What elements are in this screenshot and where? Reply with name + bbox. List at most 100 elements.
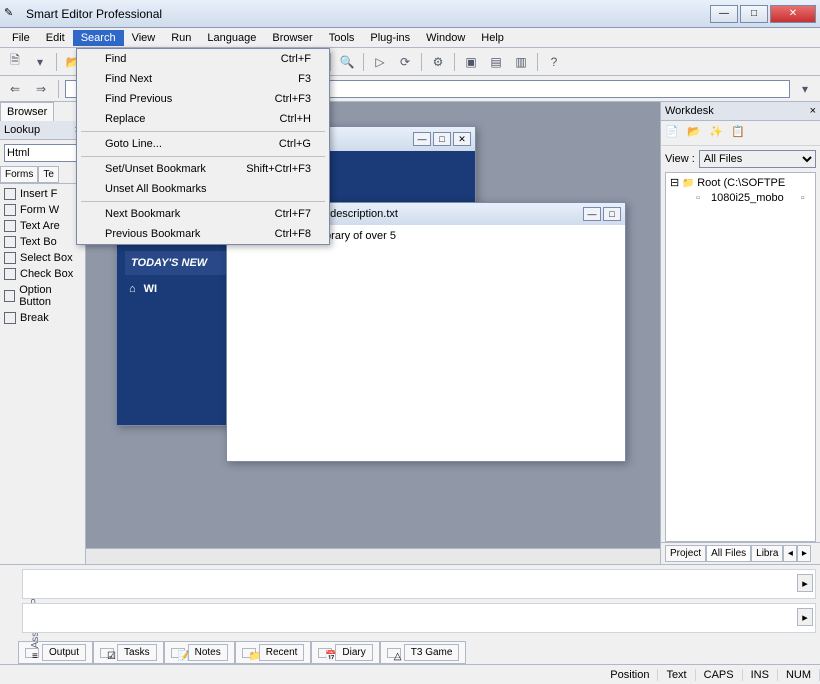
browser-minimize-button[interactable]: — xyxy=(413,132,431,146)
lookup-panel-title: Lookup × xyxy=(0,121,85,140)
menu-item-find-previous[interactable]: Find PreviousCtrl+F3 xyxy=(77,89,329,109)
menu-tools[interactable]: Tools xyxy=(321,30,363,46)
row1-next-icon[interactable]: ▸ xyxy=(797,574,813,592)
menu-item-find[interactable]: FindCtrl+F xyxy=(77,49,329,69)
bottom-tab-diary[interactable]: 📅Diary xyxy=(311,641,379,664)
menu-browser[interactable]: Browser xyxy=(264,30,320,46)
tree-file[interactable]: 1080i25_mobo xyxy=(682,191,784,205)
menu-item-unset-all-bookmarks[interactable]: Unset All Bookmarks xyxy=(77,179,329,199)
bottom-tab-t3-game[interactable]: △T3 Game xyxy=(380,641,467,664)
list-item[interactable]: Insert F xyxy=(2,186,83,202)
list-item[interactable]: Check Box xyxy=(2,266,83,282)
bottom-tabs: ≡Output☑Tasks📝Notes📁Recent📅Diary△T3 Game xyxy=(0,639,820,666)
all-files-tab[interactable]: All Files xyxy=(706,545,751,562)
status-position: Position xyxy=(602,669,658,681)
tree-file[interactable]: Audio.mff xyxy=(787,191,816,205)
view-label: View : xyxy=(665,153,695,165)
tabs-right-arrow-icon[interactable]: ▸ xyxy=(797,545,811,562)
nav-win[interactable]: WI xyxy=(144,283,157,295)
list-item[interactable]: Form W xyxy=(2,202,83,218)
menu-item-goto-line-[interactable]: Goto Line...Ctrl+G xyxy=(77,134,329,154)
browser-tab[interactable]: Browser xyxy=(0,102,54,121)
tree-root[interactable]: ⊟ Root (C:\SOFTPE xyxy=(668,175,813,190)
file-tree[interactable]: ⊟ Root (C:\SOFTPE 1080i25_moboAudio.mffE… xyxy=(665,172,816,542)
menu-plug-ins[interactable]: Plug-ins xyxy=(362,30,418,46)
menu-run[interactable]: Run xyxy=(163,30,199,46)
lookup-label: Lookup xyxy=(4,124,40,136)
menu-edit[interactable]: Edit xyxy=(38,30,73,46)
workdesk-icon-1[interactable]: 📄 xyxy=(665,125,681,141)
menu-item-find-next[interactable]: Find NextF3 xyxy=(77,69,329,89)
tabs-left-arrow-icon[interactable]: ◂ xyxy=(783,545,797,562)
browser-close-button[interactable]: ✕ xyxy=(453,132,471,146)
assistant-row-1[interactable]: ▸ xyxy=(22,569,816,599)
titlebar: ✎ Smart Editor Professional — □ ✕ xyxy=(0,0,820,28)
minimize-button[interactable]: — xyxy=(710,5,738,23)
menu-help[interactable]: Help xyxy=(473,30,512,46)
menu-file[interactable]: File xyxy=(4,30,38,46)
folder-icon xyxy=(682,177,694,189)
find-button[interactable]: 🔍 xyxy=(336,51,358,73)
menubar: FileEditSearchViewRunLanguageBrowserTool… xyxy=(0,28,820,48)
bottom-tab-tasks[interactable]: ☑Tasks xyxy=(93,641,164,664)
list-item[interactable]: Text Are xyxy=(2,218,83,234)
menu-view[interactable]: View xyxy=(124,30,164,46)
workdesk-panel: Workdesk × 📄 📂 ✨ 📋 View : All Files ⊟ Ro… xyxy=(660,102,820,564)
list-item[interactable]: Option Button xyxy=(2,282,83,310)
status-num: NUM xyxy=(778,669,820,681)
forward-button[interactable]: ⇒ xyxy=(30,78,52,100)
new-dropdown-icon[interactable]: ▾ xyxy=(29,51,51,73)
help-button[interactable]: ? xyxy=(543,51,565,73)
menu-item-set-unset-bookmark[interactable]: Set/Unset BookmarkShift+Ctrl+F3 xyxy=(77,159,329,179)
browser-maximize-button[interactable]: □ xyxy=(433,132,451,146)
left-panel: Browser Lookup × Forms Te Insert FForm W… xyxy=(0,102,86,564)
close-button[interactable]: ✕ xyxy=(770,5,816,23)
menu-window[interactable]: Window xyxy=(418,30,473,46)
app-title: Smart Editor Professional xyxy=(26,7,710,21)
lookup-subtabs: Forms Te xyxy=(0,166,85,184)
file-icon xyxy=(801,192,813,204)
forms-tab[interactable]: Forms xyxy=(0,166,38,183)
status-bar: Position Text CAPS INS NUM xyxy=(0,664,820,684)
layout3-button[interactable]: ▥ xyxy=(510,51,532,73)
list-item[interactable]: Select Box xyxy=(2,250,83,266)
refresh-button[interactable]: ⟳ xyxy=(394,51,416,73)
lookup-input[interactable] xyxy=(4,144,78,162)
project-tab[interactable]: Project xyxy=(665,545,706,562)
bottom-tab-notes[interactable]: 📝Notes xyxy=(164,641,235,664)
options-button[interactable]: ⚙ xyxy=(427,51,449,73)
library-tab[interactable]: Libra xyxy=(751,545,783,562)
menu-item-replace[interactable]: ReplaceCtrl+H xyxy=(77,109,329,129)
layout1-button[interactable]: ▣ xyxy=(460,51,482,73)
new-button[interactable]: 🗎 xyxy=(4,51,26,73)
menu-item-next-bookmark[interactable]: Next BookmarkCtrl+F7 xyxy=(77,204,329,224)
menu-search[interactable]: Search xyxy=(73,30,124,46)
workdesk-tabs: Project All Files Libra ◂ ▸ xyxy=(661,542,820,564)
editor-maximize-button[interactable]: □ xyxy=(603,207,621,221)
status-ins: INS xyxy=(743,669,778,681)
workdesk-icon-3[interactable]: ✨ xyxy=(709,125,725,141)
horizontal-scrollbar[interactable] xyxy=(86,548,660,564)
back-button[interactable]: ⇐ xyxy=(4,78,26,100)
layout2-button[interactable]: ▤ xyxy=(485,51,507,73)
row2-next-icon[interactable]: ▸ xyxy=(797,608,813,626)
te-tab[interactable]: Te xyxy=(38,166,59,183)
view-select[interactable]: All Files xyxy=(699,150,816,168)
app-icon: ✎ xyxy=(4,6,20,22)
workdesk-title: Workdesk xyxy=(665,105,714,117)
workdesk-close-icon[interactable]: × xyxy=(810,105,816,117)
workdesk-icon-2[interactable]: 📂 xyxy=(687,125,703,141)
assistant-row-2[interactable]: ▸ xyxy=(22,603,816,633)
run-button[interactable]: ▷ xyxy=(369,51,391,73)
maximize-button[interactable]: □ xyxy=(740,5,768,23)
window-controls: — □ ✕ xyxy=(710,5,816,23)
list-item[interactable]: Break xyxy=(2,310,83,326)
address-dropdown-icon[interactable]: ▾ xyxy=(794,78,816,100)
menu-language[interactable]: Language xyxy=(199,30,264,46)
workdesk-icon-4[interactable]: 📋 xyxy=(731,125,747,141)
home-icon[interactable]: ⌂ xyxy=(129,283,136,295)
editor-minimize-button[interactable]: — xyxy=(583,207,601,221)
bottom-tab-recent[interactable]: 📁Recent xyxy=(235,641,312,664)
list-item[interactable]: Text Bo xyxy=(2,234,83,250)
menu-item-previous-bookmark[interactable]: Previous BookmarkCtrl+F8 xyxy=(77,224,329,244)
